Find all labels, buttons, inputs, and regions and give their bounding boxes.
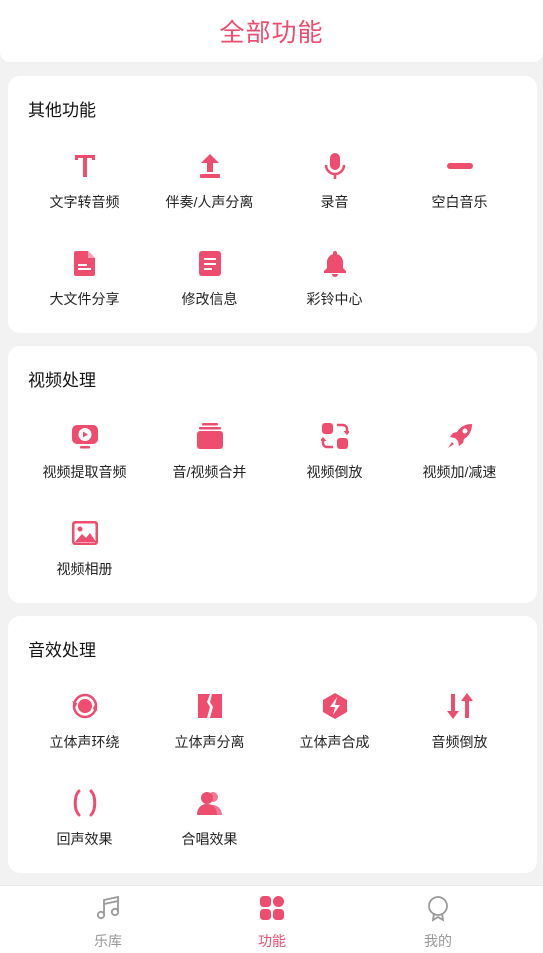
section-other-functions: 其他功能 文字转音频 伴奏/人声分离 录音 空白音乐 大文件分享 修改信息 彩铃… — [8, 76, 537, 333]
item-av-merge[interactable]: 音/视频合并 — [147, 420, 272, 517]
section-sound-effects: 音效处理 立体声环绕 立体声分离 立体声合成 音频倒放 回声效果 合唱效果 — [8, 616, 537, 873]
upload-arrow-icon — [196, 150, 224, 182]
item-label: 合唱效果 — [181, 831, 238, 847]
split-icon — [196, 690, 224, 722]
bottom-tab-bar: 乐库 功能 我的 — [0, 885, 543, 953]
tab-label: 我的 — [424, 933, 452, 949]
item-label: 立体声合成 — [299, 734, 370, 750]
section-title: 其他功能 — [28, 101, 96, 120]
item-blank-music[interactable]: 空白音乐 — [397, 150, 522, 247]
item-label: 视频倒放 — [306, 464, 363, 480]
tab-library[interactable]: 乐库 — [68, 894, 148, 951]
item-record[interactable]: 录音 — [272, 150, 397, 247]
header: 全部功能 — [0, 0, 543, 62]
item-label: 音/视频合并 — [172, 464, 247, 480]
item-echo-effect[interactable]: 回声效果 — [22, 787, 147, 884]
section-title: 音效处理 — [28, 641, 96, 660]
grid-icon — [258, 894, 286, 927]
item-label: 大文件分享 — [49, 291, 120, 307]
section-title: 视频处理 — [28, 371, 96, 390]
item-label: 视频加/减速 — [422, 464, 497, 480]
item-label: 文字转音频 — [49, 194, 120, 210]
music-note-icon — [94, 894, 122, 927]
text-t-icon — [71, 150, 99, 182]
item-label: 立体声分离 — [174, 734, 245, 750]
item-label: 回声效果 — [56, 831, 113, 847]
image-icon — [71, 517, 99, 549]
swap-arrows-icon — [446, 690, 474, 722]
document-icon — [71, 247, 99, 279]
item-label: 录音 — [320, 194, 349, 210]
item-text-to-audio[interactable]: 文字转音频 — [22, 150, 147, 247]
item-chorus-effect[interactable]: 合唱效果 — [147, 787, 272, 884]
function-grid: 立体声环绕 立体声分离 立体声合成 音频倒放 回声效果 合唱效果 — [22, 690, 522, 884]
function-grid: 视频提取音频 音/视频合并 视频倒放 视频加/减速 视频相册 — [22, 420, 522, 614]
bolt-hex-icon — [321, 690, 349, 722]
item-stereo-compose[interactable]: 立体声合成 — [272, 690, 397, 787]
section-video-processing: 视频处理 视频提取音频 音/视频合并 视频倒放 视频加/减速 视频相册 — [8, 346, 537, 603]
item-label: 彩铃中心 — [306, 291, 363, 307]
reverse-icon — [320, 420, 349, 452]
tab-mine[interactable]: 我的 — [398, 894, 478, 951]
stack-icon — [196, 420, 224, 452]
users-icon — [196, 787, 224, 819]
item-audio-reverse[interactable]: 音频倒放 — [397, 690, 522, 787]
notes-icon — [196, 247, 224, 279]
item-accompaniment-separation[interactable]: 伴奏/人声分离 — [147, 150, 272, 247]
item-video-speed[interactable]: 视频加/减速 — [397, 420, 522, 517]
item-label: 音频倒放 — [431, 734, 488, 750]
item-label: 空白音乐 — [431, 194, 488, 210]
video-play-icon — [71, 420, 99, 452]
tab-label: 功能 — [258, 933, 286, 949]
profile-icon — [424, 894, 452, 927]
item-video-album[interactable]: 视频相册 — [22, 517, 147, 614]
page-title: 全部功能 — [219, 19, 324, 47]
item-stereo-split[interactable]: 立体声分离 — [147, 690, 272, 787]
item-edit-info[interactable]: 修改信息 — [147, 247, 272, 344]
microphone-icon — [321, 150, 349, 182]
parentheses-icon — [71, 787, 99, 819]
item-video-reverse[interactable]: 视频倒放 — [272, 420, 397, 517]
tab-label: 乐库 — [94, 933, 122, 949]
tab-functions[interactable]: 功能 — [232, 894, 312, 951]
item-video-extract-audio[interactable]: 视频提取音频 — [22, 420, 147, 517]
item-label: 伴奏/人声分离 — [165, 194, 254, 210]
item-ringtone-center[interactable]: 彩铃中心 — [272, 247, 397, 344]
item-label: 修改信息 — [181, 291, 238, 307]
bell-icon — [321, 247, 349, 279]
item-stereo-surround[interactable]: 立体声环绕 — [22, 690, 147, 787]
item-large-file-share[interactable]: 大文件分享 — [22, 247, 147, 344]
function-grid: 文字转音频 伴奏/人声分离 录音 空白音乐 大文件分享 修改信息 彩铃中心 — [22, 150, 522, 344]
item-label: 视频相册 — [56, 561, 113, 577]
minus-bar-icon — [446, 150, 474, 182]
item-label: 立体声环绕 — [49, 734, 120, 750]
item-label: 视频提取音频 — [42, 464, 127, 480]
surround-icon — [71, 690, 99, 722]
rocket-icon — [446, 420, 474, 452]
